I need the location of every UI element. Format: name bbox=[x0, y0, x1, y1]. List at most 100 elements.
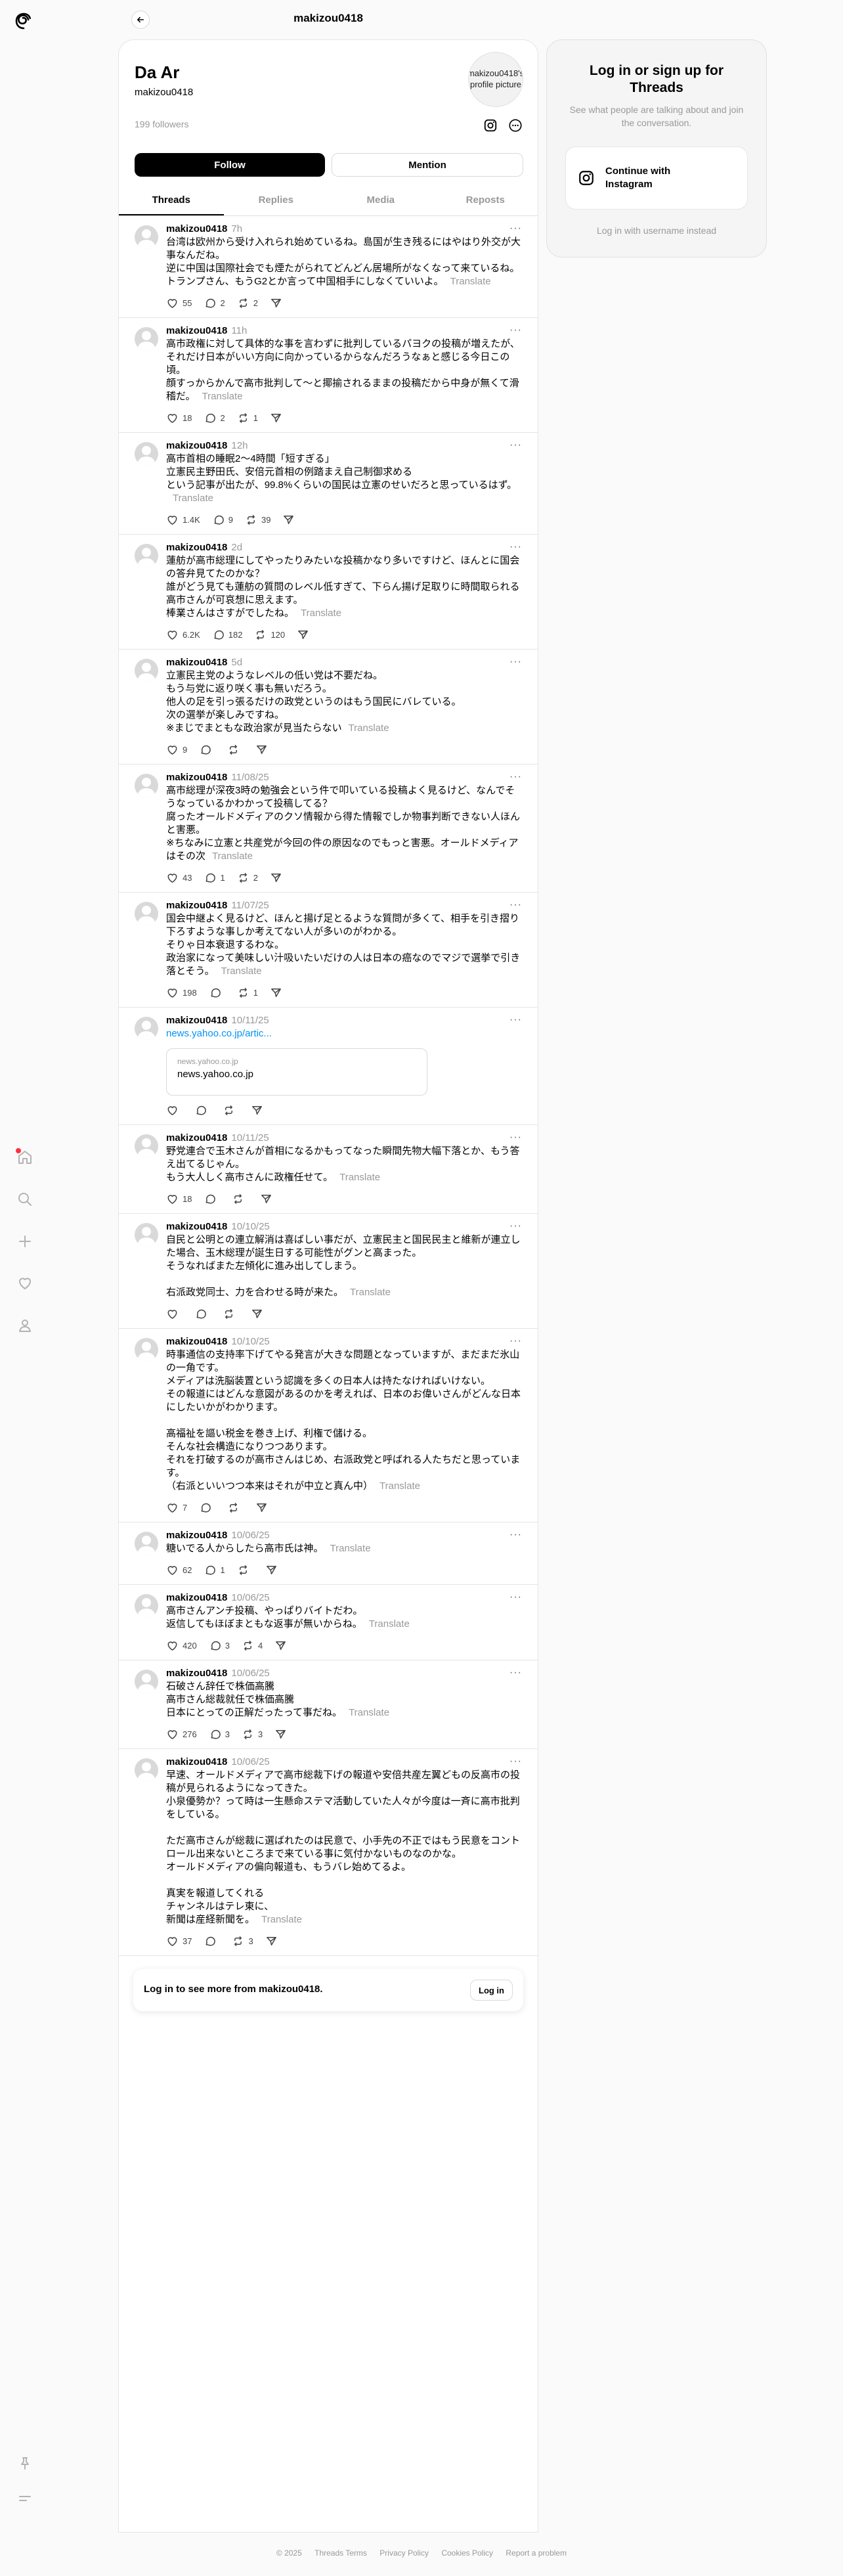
thread-post[interactable]: ··· makizou0418 10/06/25 高市さんアンチ投稿、やっぱりバイトだ… bbox=[119, 1585, 538, 1660]
post-username[interactable]: makizou0418 bbox=[166, 772, 227, 783]
like-button[interactable]: 9 bbox=[166, 744, 187, 756]
reply-button[interactable]: 9 bbox=[212, 514, 233, 526]
repost-button[interactable]: 120 bbox=[254, 629, 285, 641]
like-button[interactable]: 420 bbox=[166, 1639, 197, 1652]
share-button[interactable] bbox=[265, 1935, 278, 1947]
post-username[interactable]: makizou0418 bbox=[166, 325, 227, 336]
translate-link[interactable]: Translate bbox=[330, 1543, 371, 1554]
post-avatar[interactable] bbox=[135, 902, 158, 925]
post-username[interactable]: makizou0418 bbox=[166, 1756, 227, 1767]
post-avatar[interactable] bbox=[135, 1758, 158, 1782]
more-options-icon[interactable]: ··· bbox=[509, 541, 522, 553]
thread-post[interactable]: ··· makizou0418 11/07/25 国会中継よく見るけど、ほんと揚げ足と… bbox=[119, 893, 538, 1008]
profile-icon[interactable] bbox=[12, 1312, 38, 1339]
activity-heart-icon[interactable] bbox=[12, 1270, 38, 1297]
repost-button[interactable]: 2 bbox=[237, 872, 258, 884]
more-options-icon[interactable]: ··· bbox=[509, 1591, 522, 1603]
translate-link[interactable]: Translate bbox=[349, 1707, 389, 1718]
translate-link[interactable]: Translate bbox=[349, 722, 389, 734]
post-avatar[interactable] bbox=[135, 442, 158, 466]
repost-button[interactable] bbox=[237, 1564, 253, 1576]
post-avatar[interactable] bbox=[135, 1338, 158, 1362]
more-options-icon[interactable]: ··· bbox=[509, 324, 522, 336]
post-username[interactable]: makizou0418 bbox=[166, 1132, 227, 1144]
post-username[interactable]: makizou0418 bbox=[166, 440, 227, 451]
thread-post[interactable]: ··· makizou0418 10/06/25 早速、オールドメディアで高市総裁下げ… bbox=[119, 1749, 538, 1956]
post-timestamp[interactable]: 10/06/25 bbox=[231, 1530, 269, 1541]
like-button[interactable]: 18 bbox=[166, 412, 192, 424]
like-button[interactable]: 7 bbox=[166, 1501, 187, 1514]
login-button[interactable]: Log in bbox=[470, 1980, 513, 2001]
post-timestamp[interactable]: 10/06/25 bbox=[231, 1592, 269, 1603]
more-options-icon[interactable]: ··· bbox=[509, 1220, 522, 1232]
like-button[interactable]: 43 bbox=[166, 872, 192, 884]
post-timestamp[interactable]: 10/10/25 bbox=[231, 1336, 269, 1347]
like-button[interactable]: 18 bbox=[166, 1193, 192, 1205]
repost-button[interactable]: 2 bbox=[237, 297, 258, 309]
more-options-icon[interactable]: ··· bbox=[509, 1014, 522, 1026]
thread-post[interactable]: ··· makizou0418 7h 台湾は欧州から受け入れられ始めているね。島国が生… bbox=[119, 216, 538, 318]
reply-button[interactable] bbox=[204, 1193, 220, 1205]
like-button[interactable]: 276 bbox=[166, 1728, 197, 1741]
post-timestamp[interactable]: 11/08/25 bbox=[231, 772, 269, 783]
thread-post[interactable]: ··· makizou0418 2d 蓮舫が高市総理にしてやったりみたいな投稿かなり多… bbox=[119, 535, 538, 650]
share-button[interactable] bbox=[270, 987, 282, 999]
reply-button[interactable] bbox=[204, 1935, 220, 1947]
post-timestamp[interactable]: 12h bbox=[231, 440, 248, 451]
like-button[interactable]: 55 bbox=[166, 297, 192, 309]
tab-reposts[interactable]: Reposts bbox=[433, 185, 538, 215]
post-username[interactable]: makizou0418 bbox=[166, 1336, 227, 1347]
translate-link[interactable]: Translate bbox=[350, 1287, 391, 1298]
post-timestamp[interactable]: 10/11/25 bbox=[231, 1015, 269, 1026]
post-username[interactable]: makizou0418 bbox=[166, 223, 227, 234]
post-timestamp[interactable]: 10/06/25 bbox=[231, 1668, 269, 1679]
reply-button[interactable]: 182 bbox=[212, 629, 242, 641]
like-button[interactable]: 198 bbox=[166, 987, 197, 999]
post-username[interactable]: makizou0418 bbox=[166, 657, 227, 668]
followers-count[interactable]: 199 followers bbox=[135, 119, 189, 129]
menu-icon[interactable] bbox=[12, 2485, 38, 2512]
translate-link[interactable]: Translate bbox=[173, 493, 213, 504]
share-button[interactable] bbox=[270, 297, 282, 309]
translate-link[interactable]: Translate bbox=[261, 1914, 302, 1925]
more-options-icon[interactable]: ··· bbox=[509, 1756, 522, 1767]
translate-link[interactable]: Translate bbox=[301, 608, 341, 619]
home-icon[interactable] bbox=[12, 1144, 38, 1170]
more-options-icon[interactable]: ··· bbox=[509, 1529, 522, 1541]
thread-post[interactable]: ··· makizou0418 5d 立憲民主党のようなレベルの低い党は不要だね。 も… bbox=[119, 650, 538, 765]
like-button[interactable]: 62 bbox=[166, 1564, 192, 1576]
username-login-link[interactable]: Log in with username instead bbox=[547, 225, 766, 236]
reply-button[interactable]: 1 bbox=[204, 872, 225, 884]
translate-link[interactable]: Translate bbox=[339, 1172, 380, 1183]
thread-post[interactable]: ··· makizou0418 12h 高市首相の睡眠2〜4時間「短すぎる」 立憲民主… bbox=[119, 433, 538, 535]
repost-button[interactable]: 1 bbox=[237, 987, 258, 999]
post-timestamp[interactable]: 2d bbox=[231, 542, 242, 553]
tab-media[interactable]: Media bbox=[328, 185, 433, 215]
share-button[interactable] bbox=[255, 1501, 268, 1514]
translate-link[interactable]: Translate bbox=[221, 966, 262, 977]
like-button[interactable]: 1.4K bbox=[166, 514, 200, 526]
post-username[interactable]: makizou0418 bbox=[166, 542, 227, 553]
more-options-icon[interactable]: ··· bbox=[509, 1335, 522, 1347]
translate-link[interactable]: Translate bbox=[212, 851, 253, 862]
post-avatar[interactable] bbox=[135, 1670, 158, 1693]
post-avatar[interactable] bbox=[135, 1134, 158, 1158]
translate-link[interactable]: Translate bbox=[202, 391, 243, 402]
footer-report-link[interactable]: Report a problem bbox=[506, 2548, 567, 2558]
translate-link[interactable]: Translate bbox=[450, 276, 491, 287]
like-button[interactable]: 37 bbox=[166, 1935, 192, 1947]
thread-post[interactable]: ··· makizou0418 10/11/25 news.yahoo.co.jp/a… bbox=[119, 1008, 538, 1125]
follow-button[interactable]: Follow bbox=[135, 153, 325, 177]
reply-button[interactable]: 3 bbox=[209, 1639, 230, 1652]
more-circle-icon[interactable] bbox=[508, 118, 523, 133]
repost-button[interactable] bbox=[223, 1308, 239, 1320]
post-timestamp[interactable]: 11/07/25 bbox=[231, 900, 269, 911]
post-avatar[interactable] bbox=[135, 774, 158, 797]
thread-post[interactable]: ··· makizou0418 11h 高市政権に対して具体的な事を言わずに批判してい… bbox=[119, 318, 538, 433]
post-username[interactable]: makizou0418 bbox=[166, 1668, 227, 1679]
post-username[interactable]: makizou0418 bbox=[166, 900, 227, 911]
translate-link[interactable]: Translate bbox=[369, 1618, 410, 1630]
post-username[interactable]: makizou0418 bbox=[166, 1530, 227, 1541]
share-button[interactable] bbox=[282, 514, 295, 526]
reply-button[interactable] bbox=[199, 744, 215, 756]
